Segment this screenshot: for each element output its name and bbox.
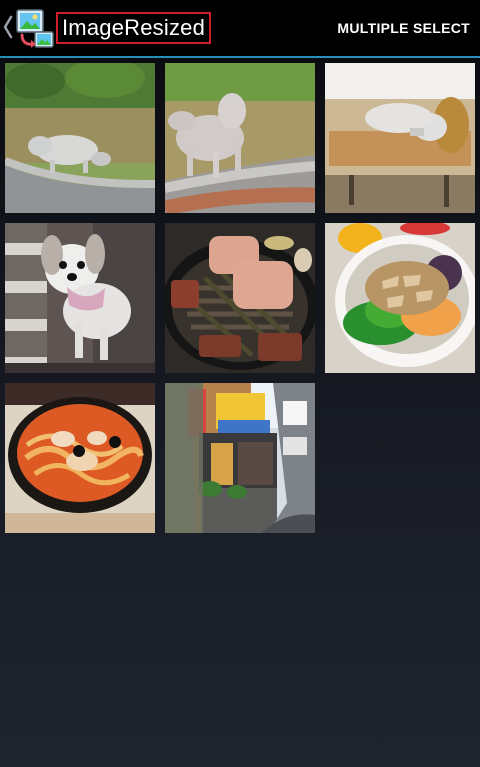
dog-photo-icon bbox=[165, 63, 315, 213]
photo-dog-standing-porch[interactable] bbox=[5, 223, 155, 373]
page-title: ImageResized bbox=[56, 12, 211, 44]
photo-dog-walking-path[interactable] bbox=[165, 63, 315, 213]
food-photo-icon bbox=[325, 223, 475, 373]
app-root: ImageResized MULTIPLE SELECT bbox=[0, 0, 480, 767]
up-navigation-button[interactable] bbox=[0, 0, 58, 56]
building-photo-icon bbox=[165, 383, 315, 533]
food-photo-icon bbox=[165, 223, 315, 373]
action-bar: ImageResized MULTIPLE SELECT bbox=[0, 0, 480, 58]
photo-dog-on-sofa[interactable] bbox=[325, 63, 475, 213]
dog-photo-icon bbox=[325, 63, 475, 213]
dog-photo-icon bbox=[5, 223, 155, 373]
chevron-left-icon bbox=[3, 15, 13, 39]
food-photo-icon bbox=[5, 383, 155, 533]
multiple-select-button[interactable]: MULTIPLE SELECT bbox=[337, 16, 470, 40]
photo-restaurant-storefront[interactable] bbox=[165, 383, 315, 533]
image-resize-app-icon bbox=[16, 9, 54, 48]
photo-spicy-pasta-pot[interactable] bbox=[5, 383, 155, 533]
action-bar-divider bbox=[0, 56, 480, 58]
photo-grid bbox=[5, 63, 475, 543]
photo-grilled-meat[interactable] bbox=[165, 223, 315, 373]
dog-photo-icon bbox=[5, 63, 155, 213]
photo-dog-sniffing-grass[interactable] bbox=[5, 63, 155, 213]
photo-salad-bowl[interactable] bbox=[325, 223, 475, 373]
